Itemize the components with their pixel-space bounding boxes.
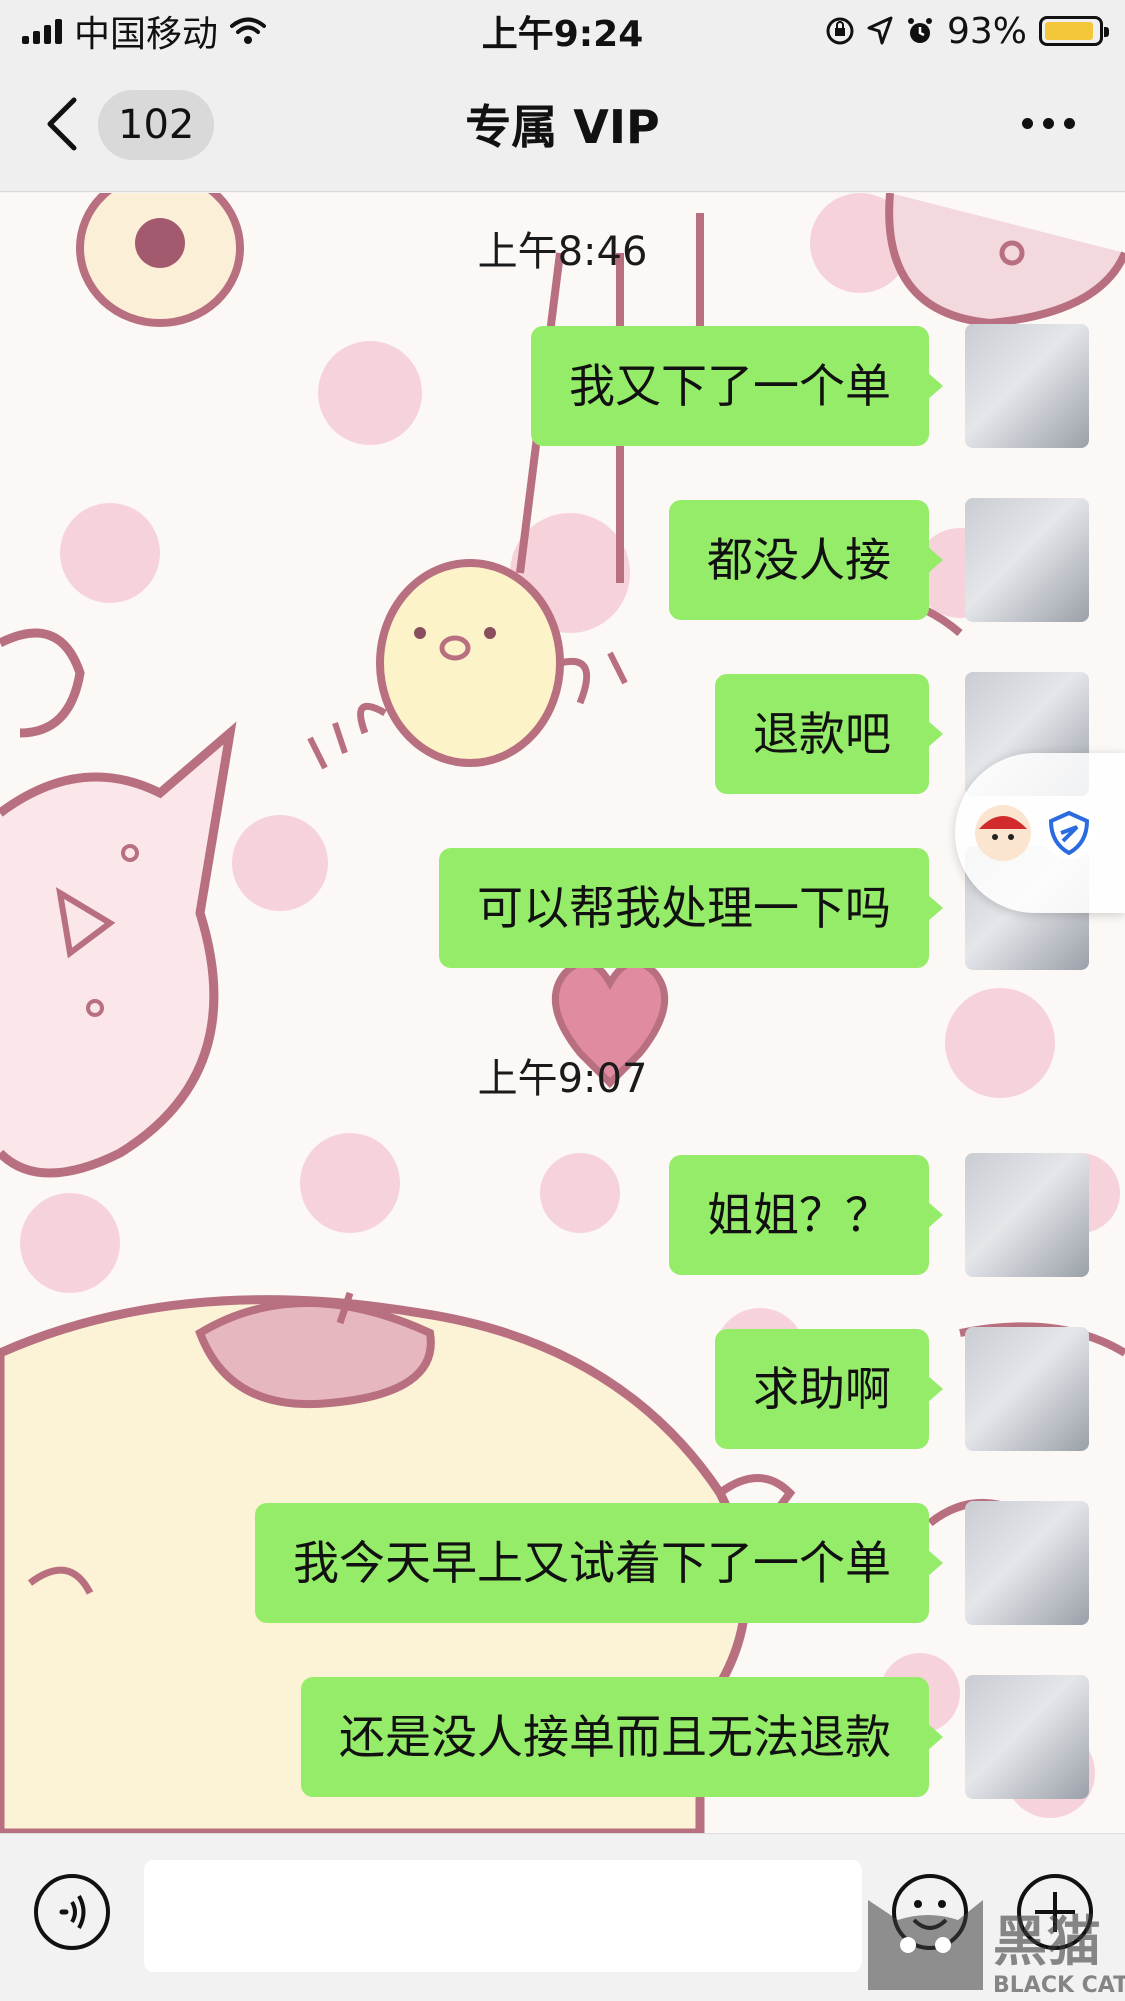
message-bubble[interactable]: 可以帮我处理一下吗	[439, 848, 943, 968]
chat-title: 专属 VIP	[465, 100, 660, 154]
message-row: 姐姐？？	[0, 1153, 1125, 1277]
message-bubble[interactable]: 姐姐？？	[669, 1155, 943, 1275]
message-row: 还是没人接单而且无法退款	[0, 1675, 1125, 1799]
message-bubble[interactable]: 退款吧	[715, 674, 943, 794]
message-bubble[interactable]: 求助啊	[715, 1329, 943, 1449]
shield-icon	[1043, 807, 1095, 859]
message-bubble[interactable]: 我今天早上又试着下了一个单	[255, 1503, 943, 1623]
voice-icon[interactable]	[32, 1872, 112, 1952]
floating-assistant-widget[interactable]	[955, 753, 1125, 913]
message-row: 都没人接	[0, 498, 1125, 622]
black-cat-logo: 黑猫 BLACK CAT	[868, 1900, 1125, 1998]
message-row: 可以帮我处理一下吗	[0, 846, 1125, 970]
message-row: 退款吧	[0, 672, 1125, 796]
carrier-label: 中国移动	[74, 14, 219, 55]
wifi-icon	[230, 17, 267, 44]
message-bubble[interactable]: 还是没人接单而且无法退款	[301, 1677, 943, 1797]
message-bubble[interactable]: 都没人接	[669, 500, 943, 620]
status-right: 93%	[825, 10, 1109, 52]
message-bubble[interactable]: 我又下了一个单	[531, 326, 943, 446]
message-row: 我今天早上又试着下了一个单	[0, 1501, 1125, 1625]
watermark-text-en: BLACK CAT	[993, 1973, 1125, 1998]
watermark-logo: 黑猫 BLACK CAT	[858, 1880, 1125, 2001]
battery-icon	[1039, 16, 1109, 46]
watermark-text-cn: 黑猫	[993, 1910, 1101, 1973]
assistant-avatar-icon	[975, 805, 1031, 861]
signal-icon	[22, 18, 62, 44]
location-icon	[867, 16, 893, 45]
message-input[interactable]	[144, 1860, 862, 1972]
avatar[interactable]	[965, 1153, 1089, 1277]
status-bar: 中国移动 上午9:24 93%	[0, 0, 1125, 62]
status-left: 中国移动	[22, 5, 267, 57]
avatar[interactable]	[965, 1327, 1089, 1451]
avatar[interactable]	[965, 1501, 1089, 1625]
timestamp: 上午8:46	[477, 229, 648, 275]
chat-area[interactable]: 上午8:46 我又下了一个单 都没人接 退款吧 可以帮我处理一下吗 上午9:07…	[0, 193, 1125, 1833]
alarm-icon	[907, 18, 932, 43]
message-row: 求助啊	[0, 1327, 1125, 1451]
avatar[interactable]	[965, 498, 1089, 622]
battery-percent: 93%	[946, 10, 1027, 52]
message-row: 我又下了一个单	[0, 324, 1125, 448]
timestamp: 上午9:07	[477, 1056, 648, 1102]
avatar[interactable]	[965, 324, 1089, 448]
avatar[interactable]	[965, 1675, 1089, 1799]
nav-bar: 102 专属 VIP	[0, 62, 1125, 192]
rotation-lock-icon	[826, 17, 854, 45]
more-dots-icon[interactable]	[1022, 118, 1075, 129]
battery-level	[1045, 22, 1094, 40]
